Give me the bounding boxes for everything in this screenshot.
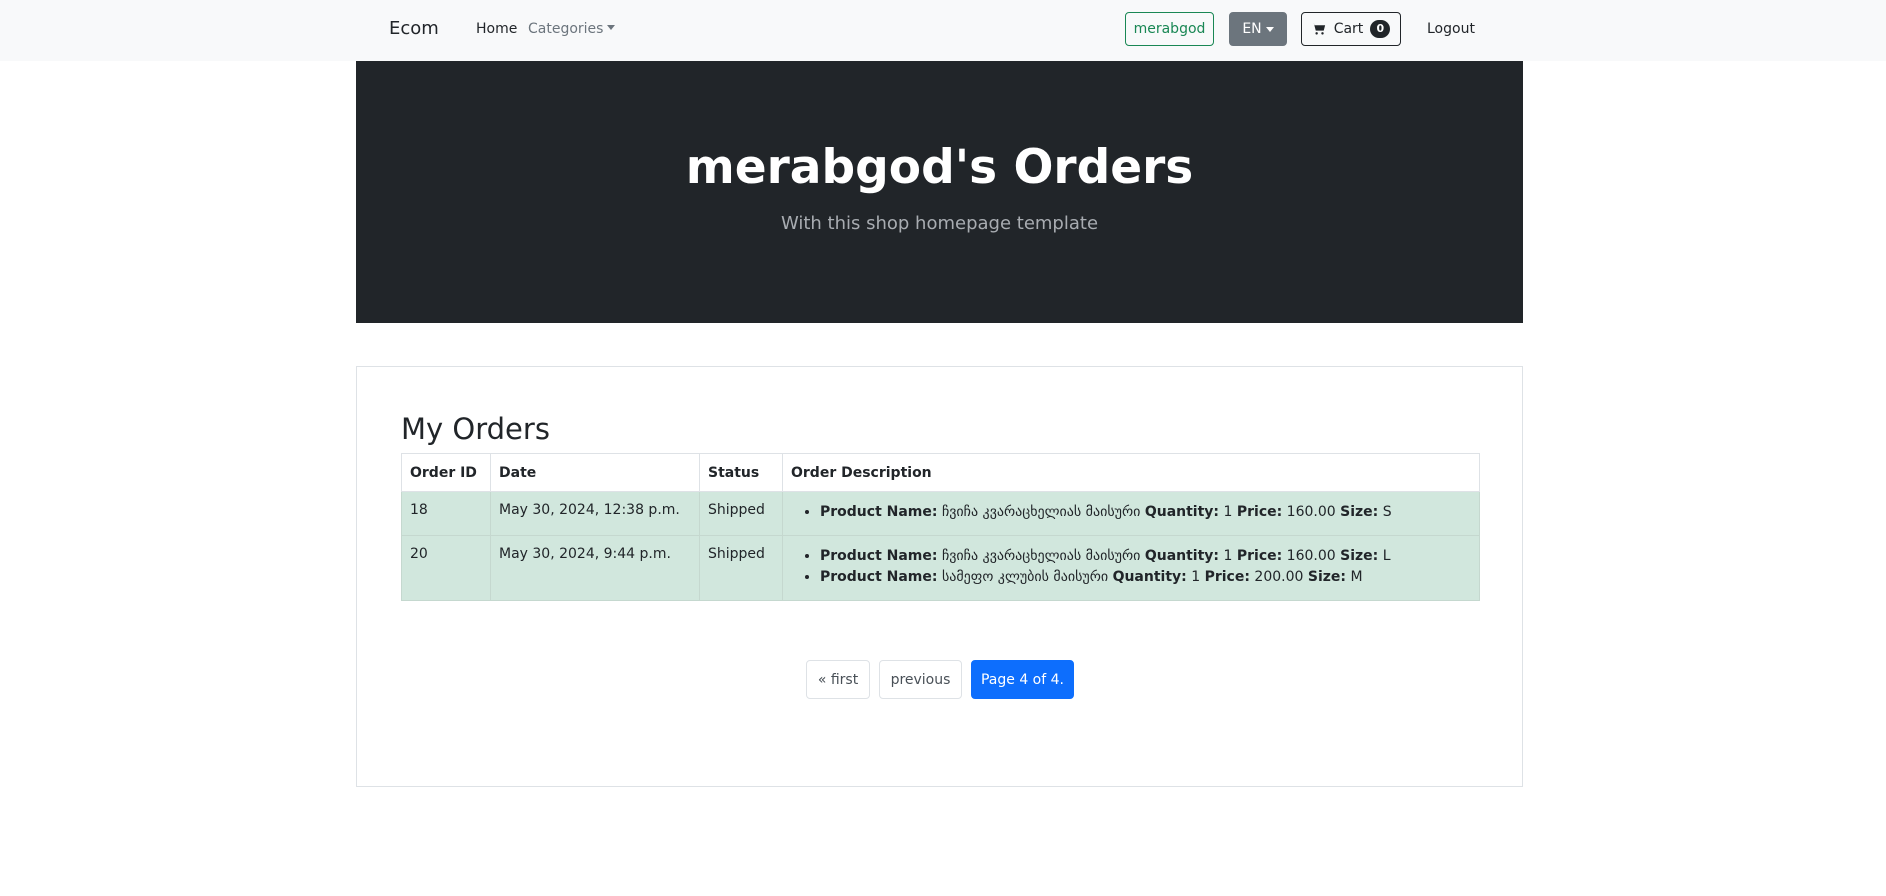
table-row: 18 May 30, 2024, 12:38 p.m. Shipped Prod… [401, 491, 1480, 536]
nav-home-link[interactable]: Home [476, 21, 517, 37]
user-profile-button[interactable]: merabgod [1125, 12, 1214, 46]
column-header-order-id: Order ID [401, 453, 491, 492]
cart-button[interactable]: Cart 0 [1301, 12, 1401, 46]
logout-link[interactable]: Logout [1427, 21, 1475, 37]
size-value: M [1350, 569, 1363, 585]
page-title: merabgod's Orders [685, 140, 1194, 195]
table-header-row: Order ID Date Status Order Description [401, 453, 1480, 492]
product-name-value: ჩვიჩა კვარაცხელიას მაისური [941, 504, 1141, 520]
nav-categories-label: Categories [528, 21, 604, 37]
table-row: 20 May 30, 2024, 9:44 p.m. Shipped Produ… [401, 535, 1480, 601]
price-label: Price: [1204, 569, 1250, 585]
brand-link[interactable]: Ecom [389, 18, 439, 39]
size-label: Size: [1340, 504, 1379, 520]
order-status-cell: Shipped [699, 491, 783, 536]
pagination-previous-button[interactable]: previous [879, 660, 962, 699]
product-name-value: სამეფო კლუბის მაისური [941, 569, 1109, 585]
caret-down-icon [1265, 26, 1274, 32]
product-name-label: Product Name: [820, 569, 938, 585]
size-label: Size: [1307, 569, 1346, 585]
pagination-current-page: Page 4 of 4. [971, 660, 1074, 699]
product-name-label: Product Name: [820, 548, 938, 564]
quantity-label: Quantity: [1144, 548, 1220, 564]
column-header-date: Date [490, 453, 700, 492]
quantity-label: Quantity: [1112, 569, 1187, 585]
price-label: Price: [1236, 548, 1283, 564]
orders-heading: My Orders [401, 412, 550, 446]
order-date-cell: May 30, 2024, 9:44 p.m. [490, 535, 700, 601]
column-header-status: Status [699, 453, 783, 492]
order-status-cell: Shipped [699, 535, 783, 601]
page-header: merabgod's Orders With this shop homepag… [356, 61, 1523, 323]
order-description-cell: Product Name: ჩვიჩა კვარაცხელიას მაისური… [782, 491, 1480, 536]
caret-down-icon [607, 25, 616, 30]
size-label: Size: [1340, 548, 1379, 564]
orders-card: My Orders Order ID Date Status Order Des… [356, 366, 1523, 787]
order-id-cell: 20 [401, 535, 491, 601]
list-item: Product Name: სამეფო კლუბის მაისური Quan… [820, 567, 1471, 588]
language-label: EN [1242, 21, 1262, 37]
cart-count-badge: 0 [1370, 20, 1391, 38]
price-value: 200.00 [1254, 569, 1304, 585]
size-value: S [1382, 504, 1392, 520]
order-date-cell: May 30, 2024, 12:38 p.m. [490, 491, 700, 536]
cart-label: Cart [1333, 21, 1364, 37]
cart-icon [1311, 23, 1325, 35]
order-items-list: Product Name: ჩვიჩა კვარაცხელიას მაისური… [791, 502, 1471, 523]
price-label: Price: [1236, 504, 1283, 520]
nav-categories-dropdown[interactable]: Categories [528, 21, 616, 37]
quantity-value: 1 [1223, 504, 1233, 520]
column-header-order-description: Order Description [782, 453, 1480, 492]
language-dropdown-button[interactable]: EN [1229, 12, 1287, 46]
orders-table: Order ID Date Status Order Description 1… [401, 453, 1480, 601]
size-value: L [1382, 548, 1391, 564]
list-item: Product Name: ჩვიჩა კვარაცხელიას მაისური… [820, 502, 1471, 523]
product-name-label: Product Name: [820, 504, 938, 520]
list-item: Product Name: ჩვიჩა კვარაცხელიას მაისური… [820, 546, 1471, 567]
order-description-cell: Product Name: ჩვიჩა კვარაცხელიას მაისური… [782, 535, 1480, 601]
order-id-cell: 18 [401, 491, 491, 536]
quantity-label: Quantity: [1144, 504, 1220, 520]
navbar: Ecom Home Categories merabgod EN Cart 0 … [0, 0, 1886, 61]
price-value: 160.00 [1286, 504, 1336, 520]
pagination-first-button[interactable]: « first [806, 660, 870, 699]
quantity-value: 1 [1191, 569, 1201, 585]
price-value: 160.00 [1286, 548, 1336, 564]
quantity-value: 1 [1223, 548, 1233, 564]
order-items-list: Product Name: ჩვიჩა კვარაცხელიას მაისური… [791, 546, 1471, 588]
product-name-value: ჩვიჩა კვარაცხელიას მაისური [941, 548, 1141, 564]
page-subtitle: With this shop homepage template [780, 213, 1099, 234]
